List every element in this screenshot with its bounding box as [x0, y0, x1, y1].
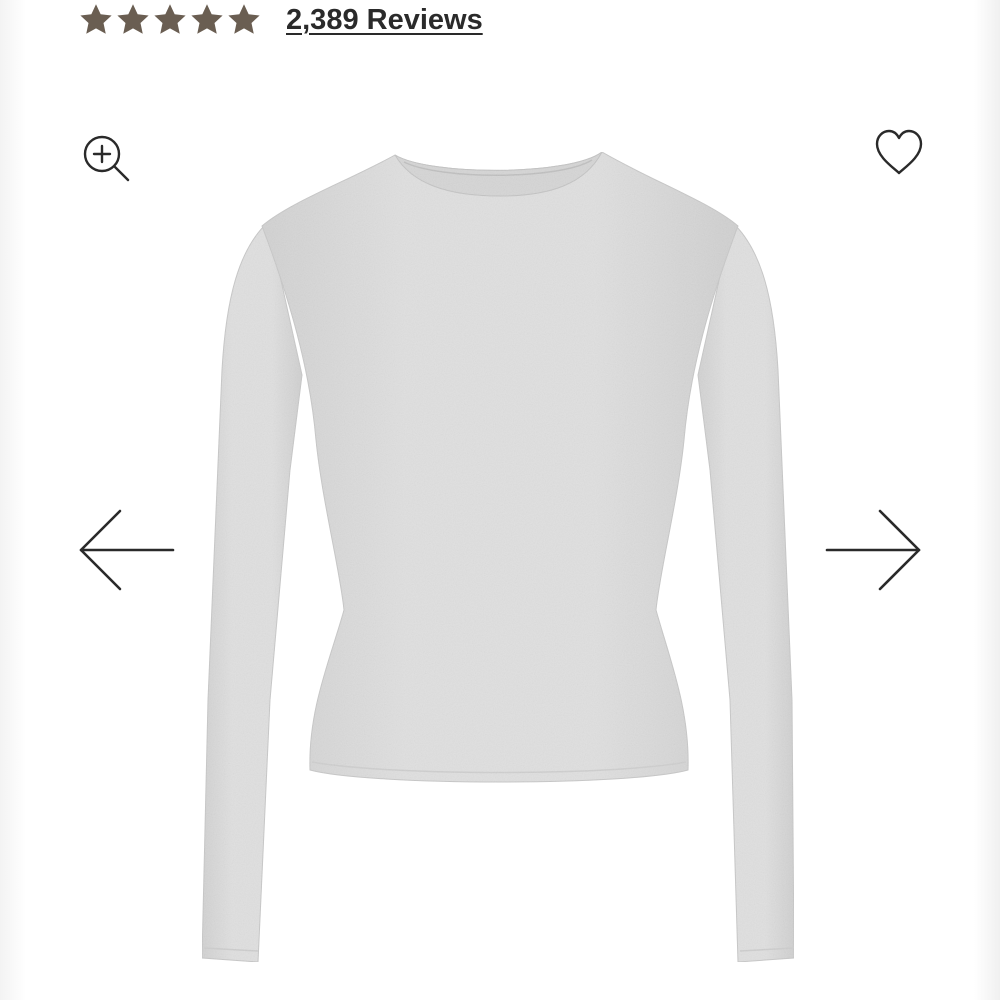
wishlist-button[interactable]: [872, 126, 926, 180]
long-sleeve-top-image: [201, 151, 795, 963]
star-icon: [115, 2, 151, 38]
star-icon: [226, 2, 262, 38]
previous-image-button[interactable]: [76, 505, 176, 595]
star-rating: [78, 2, 262, 38]
right-edge-shade: [974, 0, 1000, 1000]
reviews-link[interactable]: 2,389 Reviews: [286, 4, 483, 37]
product-image[interactable]: [190, 140, 810, 970]
star-icon: [152, 2, 188, 38]
next-image-button[interactable]: [824, 505, 924, 595]
product-rating: 2,389 Reviews: [78, 0, 483, 40]
star-icon: [78, 2, 114, 38]
heart-icon: [875, 129, 923, 175]
zoom-button[interactable]: [80, 130, 134, 184]
arrow-right-icon: [825, 509, 921, 591]
arrow-left-icon: [79, 509, 175, 591]
zoom-in-icon: [83, 135, 130, 182]
star-icon: [189, 2, 225, 38]
left-edge-shade: [0, 0, 26, 1000]
